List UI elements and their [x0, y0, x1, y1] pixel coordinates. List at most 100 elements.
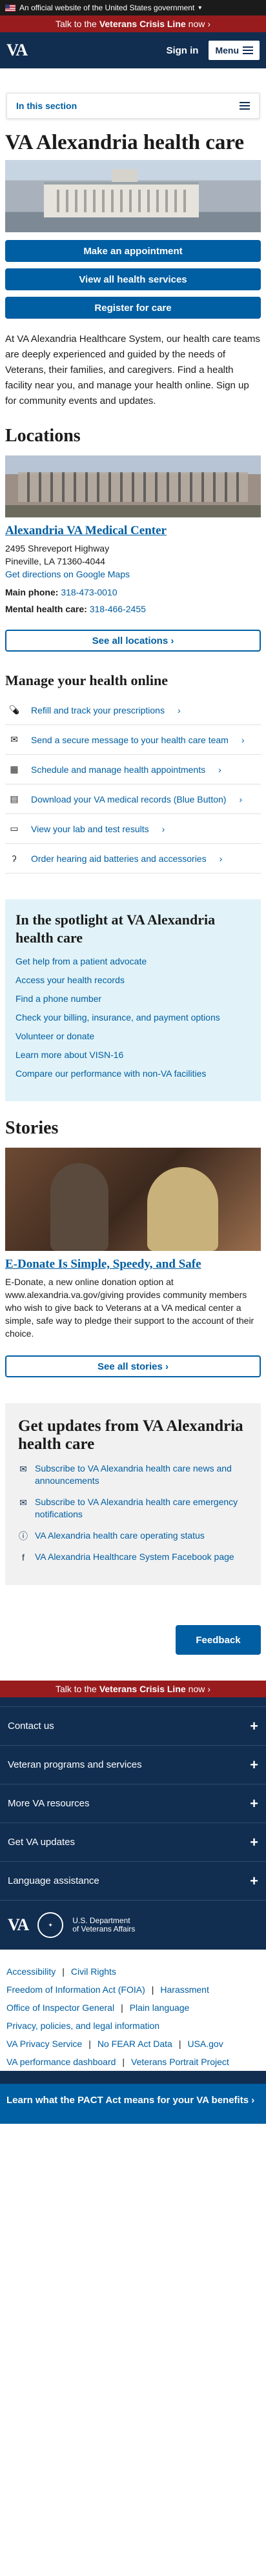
manage-health-heading: Manage your health online [5, 672, 169, 688]
spotlight-section: In the spotlight at VA Alexandria health… [5, 899, 261, 1101]
hearing-icon: ʔ [12, 853, 17, 864]
crisis-line-banner[interactable]: Talk to the Veterans Crisis Line now › [0, 1681, 266, 1697]
list-item[interactable]: 💊︎ Refill and track your prescriptions › [5, 695, 261, 725]
location-address: 2495 Shreveport Highway Pineville, LA 71… [5, 543, 130, 579]
footer-link[interactable]: Plain language [130, 1999, 190, 2017]
footer-accordion-updates[interactable]: Get VA updates + [0, 1822, 266, 1861]
directions-link[interactable]: Get directions on Google Maps [5, 569, 130, 579]
chevron-right-icon: › [207, 19, 211, 29]
footer-accordion-programs[interactable]: Veteran programs and services + [0, 1745, 266, 1784]
updates-section: Get updates from VA Alexandria health ca… [5, 1403, 261, 1585]
intro-text: At VA Alexandria Healthcare System, our … [5, 334, 260, 406]
location-image [5, 455, 261, 517]
chevron-down-icon: ▾ [198, 4, 202, 12]
list-item[interactable]: ▤ Download your VA medical records (Blue … [5, 784, 261, 814]
plus-icon: + [250, 1833, 258, 1850]
view-health-services-button[interactable]: View all health services [5, 268, 261, 290]
spotlight-link[interactable]: Compare our performance with non-VA faci… [15, 1068, 251, 1079]
spotlight-link[interactable]: Access your health records [15, 975, 251, 985]
story-summary: E-Donate, a new online donation option a… [5, 1277, 254, 1339]
spotlight-link[interactable]: Volunteer or donate [15, 1031, 251, 1041]
footer-accordion-language[interactable]: Language assistance + [0, 1861, 266, 1900]
main-phone: Main phone: 318-473-0010 [5, 587, 118, 597]
menu-icon [240, 102, 250, 110]
header: VA Sign in Menu [0, 32, 266, 68]
register-for-care-button[interactable]: Register for care [5, 297, 261, 319]
footer-link[interactable]: Civil Rights [71, 1962, 116, 1981]
plus-icon: + [250, 1872, 258, 1889]
mail-icon: ✉ [19, 1497, 27, 1508]
location-name-link[interactable]: Alexandria VA Medical Center [5, 524, 261, 538]
va-logo[interactable]: VA [8, 1915, 29, 1935]
list-item[interactable]: ▦ Schedule and manage health appointments… [5, 755, 261, 784]
sign-in-link[interactable]: Sign in [166, 45, 198, 56]
calendar-icon: ▦ [10, 764, 19, 774]
clipboard-icon: ▭ [10, 823, 19, 834]
facility-hero-image [5, 160, 261, 232]
main-content: VA Alexandria health care Make an appoin… [0, 130, 266, 1585]
stories-heading: Stories [5, 1118, 59, 1138]
menu-button[interactable]: Menu [209, 41, 260, 60]
department-name: U.S. Department of Veterans Affairs [72, 1916, 136, 1933]
footer-link[interactable]: No FEAR Act Data [97, 2035, 172, 2053]
footer-link[interactable]: Privacy, policies, and legal information [6, 2017, 159, 2035]
va-seal-icon: ✦ [37, 1912, 64, 1938]
update-item[interactable]: ✉ Subscribe to VA Alexandria health care … [18, 1463, 248, 1487]
info-icon: ⓘ [19, 1530, 28, 1541]
us-flag-icon [5, 4, 15, 12]
main-phone-link[interactable]: 318-473-0010 [61, 587, 117, 597]
footer: Talk to the Veterans Crisis Line now › C… [0, 1681, 266, 2124]
plus-icon: + [250, 1756, 258, 1773]
pact-act-link[interactable]: Learn what the PACT Act means for your V… [6, 2095, 254, 2106]
manage-health-list: 💊︎ Refill and track your prescriptions › ✉… [5, 695, 261, 874]
footer-link[interactable]: Freedom of Information Act (FOIA) [6, 1981, 145, 1999]
update-item[interactable]: ✉ Subscribe to VA Alexandria health care … [18, 1496, 248, 1521]
file-icon: ▤ [10, 794, 19, 804]
see-all-locations-button[interactable]: See all locations › [5, 630, 261, 652]
footer-link[interactable]: VA Privacy Service [6, 2035, 82, 2053]
spotlight-link[interactable]: Get help from a patient advocate [15, 956, 251, 966]
gov-banner-text: An official website of the United States… [19, 3, 195, 12]
updates-heading: Get updates from VA Alexandria health ca… [18, 1417, 243, 1453]
list-item[interactable]: ʔ Order hearing aid batteries and accesso… [5, 844, 261, 874]
locations-heading: Locations [5, 426, 81, 446]
page-title: VA Alexandria health care [5, 131, 245, 154]
footer-accordion-resources[interactable]: More VA resources + [0, 1784, 266, 1822]
update-item[interactable]: ⓘ VA Alexandria health care operating sta… [18, 1530, 248, 1542]
spotlight-heading: In the spotlight at VA Alexandria health… [15, 912, 216, 946]
feedback-button[interactable]: Feedback [176, 1625, 261, 1655]
footer-accordion-contact[interactable]: Contact us + [0, 1706, 266, 1745]
plus-icon: + [250, 1717, 258, 1734]
story-title-link[interactable]: E-Donate Is Simple, Speedy, and Safe [5, 1257, 261, 1272]
facebook-icon: f [22, 1552, 25, 1563]
in-this-section-dropdown[interactable]: In this section [6, 93, 260, 119]
mental-health-phone: Mental health care: 318-466-2455 [5, 604, 146, 614]
make-appointment-button[interactable]: Make an appointment [5, 240, 261, 262]
footer-link[interactable]: VA performance dashboard [6, 2053, 116, 2071]
footer-link[interactable]: Veterans Portrait Project [131, 2053, 229, 2071]
gov-banner[interactable]: An official website of the United States… [0, 0, 266, 15]
chevron-right-icon: › [207, 1684, 211, 1694]
footer-link[interactable]: Accessibility [6, 1962, 56, 1981]
story-image [5, 1148, 261, 1251]
spotlight-link[interactable]: Learn more about VISN-16 [15, 1050, 251, 1060]
see-all-stories-button[interactable]: See all stories › [5, 1355, 261, 1377]
pill-icon: 💊︎ [8, 704, 20, 715]
spotlight-link[interactable]: Find a phone number [15, 993, 251, 1004]
list-item[interactable]: ▭ View your lab and test results › [5, 814, 261, 844]
message-icon: ✉ [10, 734, 18, 744]
update-item[interactable]: f VA Alexandria Healthcare System Faceboo… [18, 1551, 248, 1563]
footer-link[interactable]: Harassment [160, 1981, 209, 1999]
spotlight-link[interactable]: Check your billing, insurance, and payme… [15, 1012, 251, 1023]
crisis-line-banner[interactable]: Talk to the Veterans Crisis Line now › [0, 15, 266, 32]
pact-act-banner[interactable]: Learn what the PACT Act means for your V… [0, 2084, 266, 2124]
footer-link[interactable]: USA.gov [187, 2035, 223, 2053]
plus-icon: + [250, 1795, 258, 1812]
menu-icon [243, 46, 253, 54]
mail-icon: ✉ [19, 1463, 27, 1474]
footer-links: Accessibility | Civil Rights Freedom of In… [0, 1950, 266, 2071]
footer-link[interactable]: Office of Inspector General [6, 1999, 114, 2017]
va-logo[interactable]: VA [6, 41, 28, 60]
mental-health-phone-link[interactable]: 318-466-2455 [90, 604, 146, 614]
list-item[interactable]: ✉ Send a secure message to your health ca… [5, 725, 261, 755]
